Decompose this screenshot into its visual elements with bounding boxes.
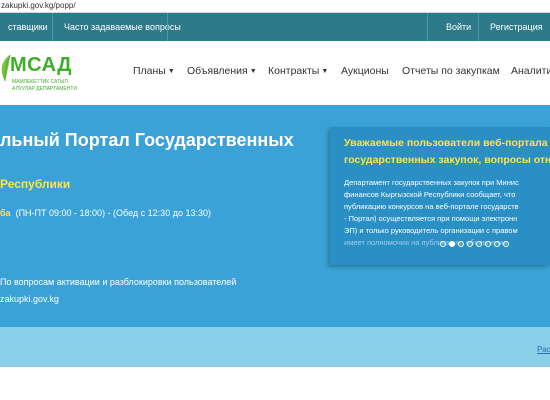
caret-down-icon: ▼ — [167, 68, 175, 75]
logo-subtitle: АЛУУЛАР ДЕПАРТАМЕНТИ — [12, 86, 77, 92]
notice-slider[interactable]: Уважаемые пользователи веб-портала госуд… — [330, 127, 550, 265]
nav-procurement-reports[interactable]: Отчеты по закупкам — [402, 65, 500, 77]
hero-title: льный Портал Государственных — [0, 130, 294, 150]
notice-text: - Портал) осуществляется при помощи элек… — [344, 214, 518, 223]
nav-label: Планы — [133, 65, 166, 77]
slider-dot[interactable] — [449, 241, 455, 247]
topbar-divider — [427, 13, 428, 41]
notice-text: публикацию конкурсов на веб-портале госу… — [344, 202, 519, 211]
schedule-link[interactable]: Рас — [537, 345, 550, 354]
info-band — [0, 327, 550, 367]
activation-info: По вопросам активации и разблокировки по… — [0, 277, 237, 287]
support-hours: ба (ПН-ПТ 09:00 - 18:00) - (Обед с 12:30… — [0, 208, 211, 218]
support-label: ба — [0, 208, 11, 218]
slider-dot[interactable] — [494, 241, 500, 247]
url-text[interactable]: zakupki.gov.kg/popp/ — [1, 1, 76, 10]
nav-plans[interactable]: Планы ▼ — [133, 65, 175, 77]
caret-down-icon: ▼ — [321, 68, 329, 75]
nav-analytics[interactable]: Аналити — [511, 65, 550, 77]
logo-text: МСАД — [10, 54, 73, 76]
page: zakupki.gov.kg/popp/ ставщики Часто зада… — [0, 0, 550, 400]
slider-dot[interactable] — [440, 241, 446, 247]
site-header: МСАД МАМЛЕКЕТТИК САТЫП АЛУУЛАР ДЕПАРТАМЕ… — [0, 41, 550, 105]
topbar-divider — [478, 13, 479, 41]
nav-label: Объявления — [187, 65, 248, 77]
notice-title: государственных закупок, вопросы отн — [344, 154, 550, 166]
nav-label: Контракты — [268, 65, 320, 77]
support-hours-text: (ПН-ПТ 09:00 - 18:00) - (Обед с 12:30 до… — [15, 208, 211, 218]
hero-section: льный Портал Государственных Республики … — [0, 105, 550, 327]
notice-text: ЭП) и только руководитель организации с … — [344, 226, 518, 235]
topbar-link-faq[interactable]: Часто задаваемые вопросы — [64, 13, 181, 41]
slider-dot[interactable] — [503, 241, 509, 247]
caret-down-icon: ▼ — [249, 68, 257, 75]
slider-dot[interactable] — [485, 241, 491, 247]
site-link[interactable]: zakupki.gov.kg — [0, 294, 59, 304]
nav-contracts[interactable]: Контракты ▼ — [268, 65, 328, 77]
notice-title: Уважаемые пользователи веб-портала — [344, 137, 548, 149]
address-bar[interactable]: zakupki.gov.kg/popp/ — [0, 0, 550, 13]
nav-auctions[interactable]: Аукционы — [341, 65, 389, 77]
topbar-divider — [167, 13, 168, 41]
notice-text: финансов Кыргызской Республики сообщает,… — [344, 190, 516, 199]
slider-dot[interactable] — [476, 241, 482, 247]
notice-text: Департамент государственных закупок при … — [344, 178, 519, 187]
notice-text: имеет полномочия на публикацию объявлени… — [344, 238, 508, 247]
register-link[interactable]: Регистрация — [490, 13, 543, 41]
page-footer-area — [0, 367, 550, 400]
logo[interactable]: МСАД МАМЛЕКЕТТИК САТЫП АЛУУЛАР ДЕПАРТАМЕ… — [0, 51, 90, 97]
slider-dot[interactable] — [467, 241, 473, 247]
logo-subtitle: МАМЛЕКЕТТИК САТЫП — [12, 79, 69, 85]
nav-announcements[interactable]: Объявления ▼ — [187, 65, 257, 77]
login-link[interactable]: Войти — [446, 13, 471, 41]
topbar-divider — [52, 13, 53, 41]
slider-dot[interactable] — [458, 241, 464, 247]
hero-subtitle: Республики — [0, 177, 71, 191]
top-bar: ставщики Часто задаваемые вопросы Войти … — [0, 13, 550, 41]
topbar-link-suppliers[interactable]: ставщики — [8, 13, 48, 41]
